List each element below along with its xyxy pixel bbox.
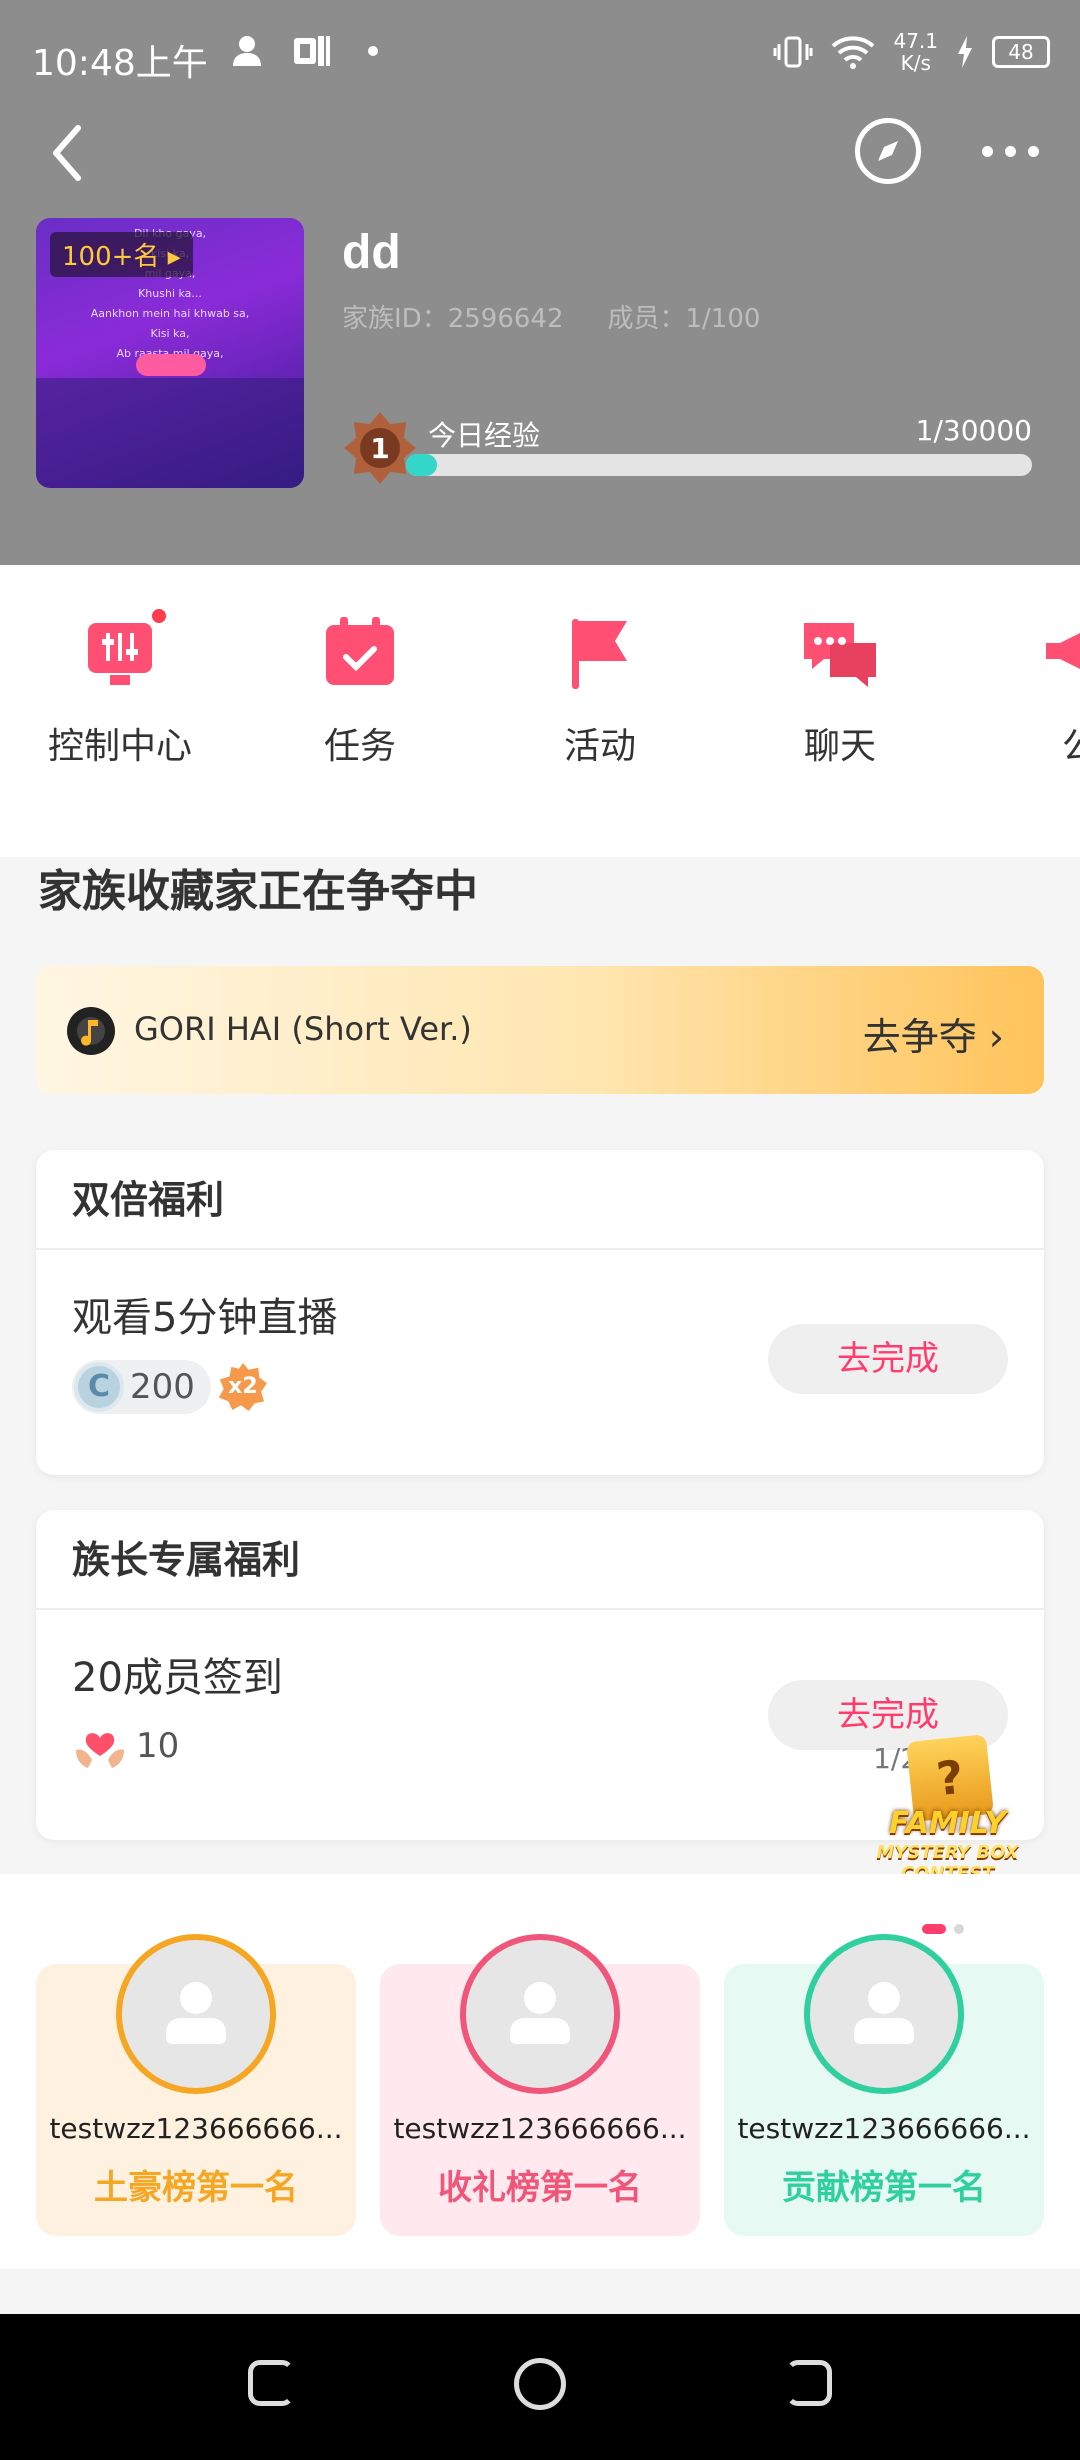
system-back-button[interactable] — [786, 2360, 832, 2406]
card-title: 族长专属福利 — [36, 1510, 1044, 1610]
family-meta: 家族ID：2596642 成员：1/100 — [342, 298, 760, 335]
family-cover-image[interactable]: Dil kho gaya, kisi ka, mil gaya, Khushi … — [36, 218, 304, 488]
feature-menu: 控制中心 任务 活动 聊天 公 — [0, 565, 1080, 857]
leaderboard-section: testwzz123666666... 土豪榜第一名 testwzz123666… — [0, 1874, 1080, 2269]
mystery-box-contest-badge[interactable]: ? FAMILY MYSTERY BOX CONTEST — [840, 1734, 1055, 1884]
leader-name: testwzz123666666... — [49, 2112, 343, 2145]
level-medal-icon: 1 — [344, 412, 416, 484]
leader-name: testwzz123666666... — [393, 2112, 687, 2145]
compass-icon — [878, 141, 898, 161]
menu-item-announcement[interactable]: 公 — [980, 613, 1080, 769]
cover-pink-pill — [136, 354, 206, 376]
notification-red-dot — [150, 607, 168, 625]
wifi-icon — [832, 36, 875, 69]
exp-progress-bar — [406, 454, 1032, 476]
leader-name: testwzz123666666... — [737, 2112, 1031, 2145]
avatar — [116, 1934, 276, 2094]
contest-go-button[interactable]: 去争夺 › — [863, 1006, 1004, 1061]
status-time: 10:48上午 — [32, 43, 208, 84]
menu-item-activities[interactable]: 活动 — [500, 613, 700, 769]
family-name: dd — [342, 226, 401, 279]
app-notification-icon — [294, 36, 330, 66]
menu-item-chat[interactable]: 聊天 — [740, 613, 940, 769]
back-button[interactable] — [40, 118, 100, 188]
leaderboard-card-contribution[interactable]: testwzz123666666... 贡献榜第一名 — [724, 1934, 1044, 2236]
leader-title: 收礼榜第一名 — [438, 2168, 642, 2208]
leader-title: 土豪榜第一名 — [94, 2168, 298, 2208]
task-name: 观看5分钟直播 — [72, 1295, 338, 1341]
leader-title: 贡献榜第一名 — [782, 2168, 986, 2208]
task-reward: 10 — [72, 1720, 179, 1772]
menu-item-control-center[interactable]: 控制中心 — [20, 607, 220, 769]
net-speed: 47.1 K/s — [893, 29, 938, 75]
family-header: 10:48上午 47.1 K/s 48 Dil kho gaya, — [0, 0, 1080, 565]
song-contest-banner[interactable]: GORI HAI (Short Ver.) 去争夺 › — [36, 966, 1044, 1094]
double-badge-icon: x2 — [218, 1363, 267, 1411]
top-nav — [0, 118, 1080, 198]
contest-song-title: GORI HAI (Short Ver.) — [134, 1010, 472, 1048]
cover-bottom-panel — [36, 378, 304, 488]
music-disc-icon — [67, 1007, 115, 1055]
charging-icon — [958, 36, 972, 68]
notification-dot-icon — [368, 46, 378, 56]
status-bar: 10:48上午 47.1 K/s 48 — [0, 0, 1080, 110]
exp-value: 1/30000 — [915, 414, 1032, 447]
cover-rank-badge: 100+名 ▸ — [50, 232, 193, 277]
vibrate-icon — [773, 36, 813, 68]
chat-icon — [804, 623, 876, 687]
calendar-task-icon — [326, 617, 394, 685]
control-center-icon — [88, 623, 152, 685]
complete-task-button[interactable]: 去完成 — [768, 1324, 1008, 1394]
heart-hands-icon — [76, 1733, 124, 1768]
daily-exp-row: 1 今日经验 1/30000 — [342, 408, 1032, 484]
battery-icon: 48 — [992, 36, 1050, 68]
more-options-button[interactable] — [975, 136, 1045, 166]
family-id: 家族ID：2596642 — [342, 304, 564, 334]
task-name: 20成员签到 — [72, 1655, 283, 1701]
compass-button[interactable] — [855, 118, 921, 184]
leaderboard-card-gifts[interactable]: testwzz123666666... 收礼榜第一名 — [380, 1934, 700, 2236]
exp-label: 今日经验 — [428, 419, 541, 452]
person-icon — [233, 36, 261, 66]
section-title-collector: 家族收藏家正在争夺中 — [38, 866, 478, 917]
carousel-indicator — [922, 1924, 964, 1934]
avatar — [460, 1934, 620, 2094]
flag-icon — [572, 619, 627, 689]
coin-icon: C — [74, 1362, 124, 1412]
leaderboard-card-rich[interactable]: testwzz123666666... 土豪榜第一名 — [36, 1934, 356, 2236]
menu-item-tasks[interactable]: 任务 — [260, 613, 460, 769]
home-button[interactable] — [514, 2358, 566, 2410]
card-title: 双倍福利 — [36, 1150, 1044, 1250]
task-reward: C 200 x2 — [72, 1360, 267, 1414]
avatar — [804, 1934, 964, 2094]
family-members: 成员：1/100 — [607, 304, 761, 334]
system-nav-bar — [0, 2314, 1080, 2460]
megaphone-icon — [1046, 633, 1080, 669]
recent-apps-button[interactable] — [248, 2360, 294, 2406]
double-bonus-card: 双倍福利 观看5分钟直播 C 200 x2 去完成 — [36, 1150, 1044, 1475]
svg-text:1: 1 — [370, 432, 389, 465]
